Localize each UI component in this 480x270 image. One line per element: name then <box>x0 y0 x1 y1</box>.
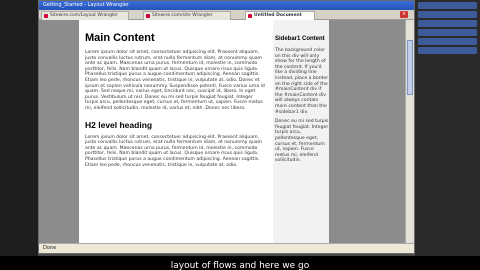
window-title: Getting_Started - Layout Wrangler <box>39 1 414 10</box>
web-page: Main Content Lorem ipsum dolor sit amet,… <box>79 20 329 244</box>
status-bar: Done <box>39 243 414 253</box>
tab-label: Sitewire.com/Layout Wrangler <box>50 13 118 18</box>
sub-paragraph: Lorem ipsum dolor sit amet, consectetuer… <box>85 134 263 168</box>
tab-site-wrangler[interactable]: Sitewire.com/site Wrangler <box>143 11 231 20</box>
panel-item[interactable] <box>418 2 477 9</box>
video-caption: layout of flows and here we go <box>170 261 310 270</box>
panel-item[interactable] <box>418 11 477 18</box>
page-icon <box>248 14 252 18</box>
main-heading: Main Content <box>85 32 155 44</box>
main-content: Main Content Lorem ipsum dolor sit amet,… <box>85 32 267 168</box>
close-tab-icon[interactable]: × <box>400 11 408 18</box>
panel-item[interactable] <box>418 29 477 36</box>
page-viewport: Main Content Lorem ipsum dolor sit amet,… <box>39 20 406 244</box>
sidebar-paragraph: The background color on this div will on… <box>275 48 329 115</box>
desktop: Getting_Started - Layout Wrangler Sitewi… <box>0 0 480 256</box>
vertical-scrollbar[interactable] <box>405 20 414 244</box>
panel-item[interactable] <box>418 20 477 27</box>
tab-layout-wrangler[interactable]: Sitewire.com/Layout Wrangler <box>41 11 129 20</box>
panel-item[interactable] <box>418 38 477 45</box>
scrollbar-thumb[interactable] <box>407 40 413 95</box>
sub-heading: H2 level heading <box>85 119 153 130</box>
tab-strip: Sitewire.com/Layout Wrangler Sitewire.co… <box>39 10 414 20</box>
sidebar-heading: Sidebar1 Content <box>275 36 325 42</box>
page-icon <box>44 14 48 18</box>
sidebar-paragraph: Donec eu mi sed turpis feugiat feugiat. … <box>275 119 329 164</box>
page-icon <box>146 14 150 18</box>
panel-item[interactable] <box>418 47 477 54</box>
browser-window: Getting_Started - Layout Wrangler Sitewi… <box>38 0 415 254</box>
left-desktop-panel <box>0 0 38 256</box>
main-paragraph: Lorem ipsum dolor sit amet, consectetuer… <box>85 50 265 111</box>
tab-label: Sitewire.com/site Wrangler <box>152 13 213 18</box>
tab-label: Untitled Document <box>254 13 302 18</box>
tab-untitled-document[interactable]: Untitled Document <box>245 11 315 20</box>
sidebar: Sidebar1 Content The background color on… <box>273 20 329 244</box>
right-desktop-panel <box>415 0 480 256</box>
